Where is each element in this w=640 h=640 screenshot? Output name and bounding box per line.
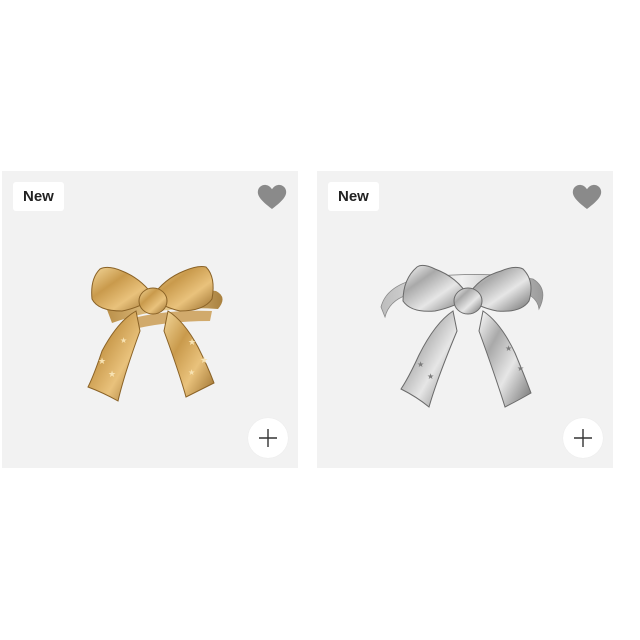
product-grid: ★ ★ ★ ★ ★ ★ New ★ ★ ★ ★ New [0, 171, 640, 469]
add-to-cart-button[interactable] [563, 418, 603, 458]
svg-text:★: ★ [417, 360, 424, 369]
svg-text:★: ★ [120, 336, 127, 345]
svg-text:★: ★ [200, 356, 208, 366]
plus-icon [574, 429, 592, 447]
svg-text:★: ★ [98, 357, 106, 367]
svg-text:★: ★ [108, 370, 116, 380]
add-to-cart-button[interactable] [248, 418, 288, 458]
svg-text:★: ★ [505, 344, 512, 353]
svg-text:★: ★ [427, 372, 434, 381]
product-card-gold-bow-ring[interactable]: ★ ★ ★ ★ ★ ★ New [2, 171, 298, 468]
svg-text:★: ★ [188, 368, 195, 377]
product-card-silver-bow-ring[interactable]: ★ ★ ★ ★ New [317, 171, 613, 468]
plus-icon [259, 429, 277, 447]
svg-text:★: ★ [517, 364, 524, 373]
heart-icon [572, 184, 602, 209]
wishlist-button[interactable] [256, 183, 288, 211]
heart-icon [257, 184, 287, 209]
wishlist-button[interactable] [571, 183, 603, 211]
new-badge: New [13, 182, 64, 211]
new-badge: New [328, 182, 379, 211]
svg-text:★: ★ [188, 338, 196, 348]
